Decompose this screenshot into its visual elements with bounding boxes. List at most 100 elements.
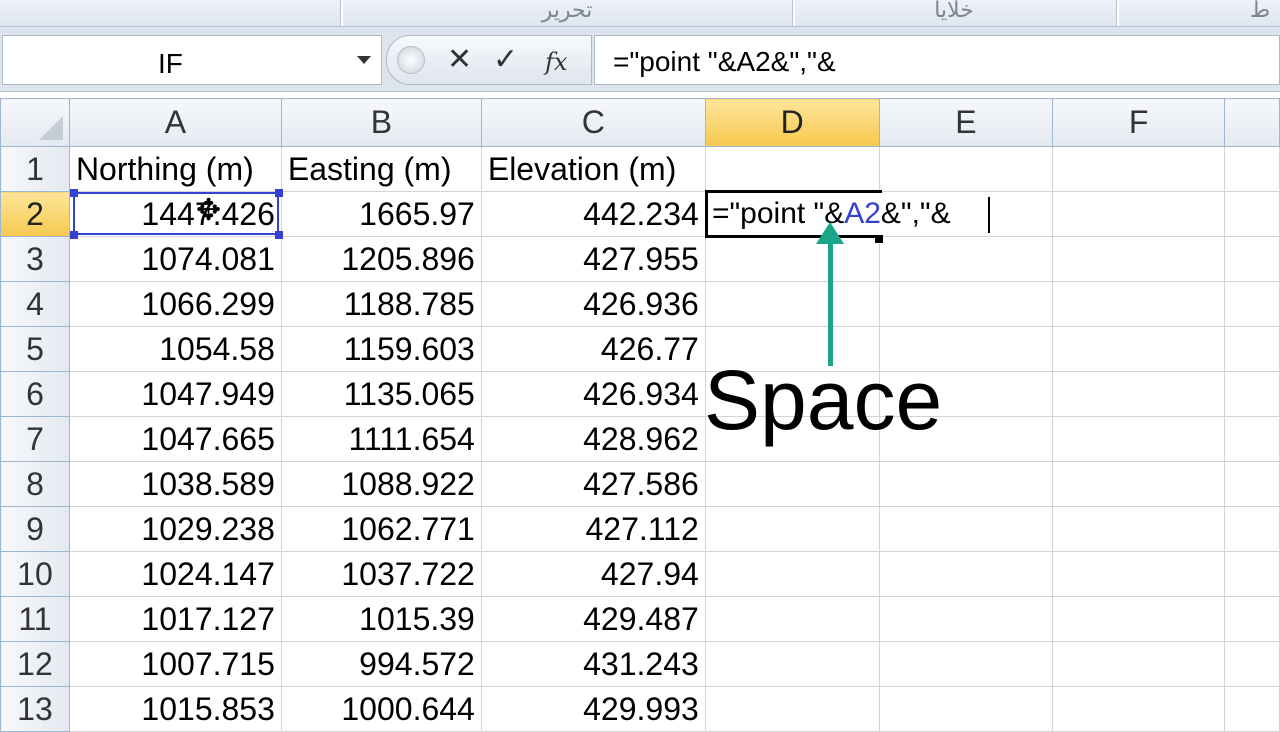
cell-a[interactable]: 1024.147 [68,551,282,597]
cell-b[interactable]: 1159.603 [280,326,482,372]
cell-c[interactable]: 427.586 [480,461,706,507]
column-header-e[interactable]: E [878,98,1054,147]
column-header-b[interactable]: B [280,98,482,147]
cell-c[interactable]: 427.955 [480,236,706,282]
row-header[interactable]: 1 [0,146,70,192]
cell-a[interactable]: 1066.299 [68,281,282,327]
selection-handle[interactable] [275,189,283,197]
cell-e[interactable] [878,596,1054,642]
cell-b[interactable]: 1062.771 [280,506,482,552]
cell-e[interactable] [878,461,1054,507]
cell-g[interactable] [1224,596,1280,642]
name-box[interactable]: IF [2,35,382,85]
row-header[interactable]: 6 [0,371,70,417]
cell-g[interactable] [1224,281,1280,327]
cell-g[interactable] [1224,146,1280,192]
select-all-corner[interactable] [0,98,70,147]
cell-g[interactable] [1224,191,1280,237]
cell-b[interactable]: 1111.654 [280,416,482,462]
cell-e[interactable] [878,551,1054,597]
cell-b[interactable]: 1135.065 [280,371,482,417]
cell-c[interactable]: 426.934 [480,371,706,417]
selection-handle[interactable] [70,231,78,239]
cell-f[interactable] [1052,686,1226,732]
cell-e[interactable] [878,641,1054,687]
cell-d[interactable] [704,146,880,192]
cell-a[interactable]: 1015.853 [68,686,282,732]
row-header[interactable]: 5 [0,326,70,372]
cell-a[interactable]: 1029.238 [68,506,282,552]
cell-b[interactable]: 994.572 [280,641,482,687]
row-header[interactable]: 10 [0,551,70,597]
cell-a[interactable]: 1047.949 [68,371,282,417]
cell-f[interactable] [1052,371,1226,417]
formula-input[interactable]: ="point "&A2&","& [594,35,1280,85]
cell-g[interactable] [1224,416,1280,462]
cell-c[interactable]: Elevation (m) [480,146,706,192]
cell-f[interactable] [1052,641,1226,687]
cell-b[interactable]: 1188.785 [280,281,482,327]
row-header[interactable]: 3 [0,236,70,282]
cell-c[interactable]: 428.962 [480,416,706,462]
cell-a[interactable]: Northing (m) [68,146,282,192]
cell-d[interactable] [704,596,880,642]
cell-g[interactable] [1224,686,1280,732]
cell-f[interactable] [1052,326,1226,372]
row-header[interactable]: 9 [0,506,70,552]
cell-a[interactable]: 1017.127 [68,596,282,642]
cell-d[interactable] [704,551,880,597]
selection-handle[interactable] [70,189,78,197]
cell-e[interactable] [878,236,1054,282]
cell-d[interactable] [704,686,880,732]
column-header-d[interactable]: D [704,98,880,147]
cell-e[interactable] [878,146,1054,192]
cell-d[interactable] [704,641,880,687]
cell-b[interactable]: Easting (m) [280,146,482,192]
cell-c[interactable]: 427.94 [480,551,706,597]
cell-f[interactable] [1052,191,1226,237]
cell-a[interactable]: 1054.58 [68,326,282,372]
cell-g[interactable] [1224,506,1280,552]
cell-g[interactable] [1224,326,1280,372]
row-header[interactable]: 2 [0,191,70,237]
row-header[interactable]: 8 [0,461,70,507]
cell-f[interactable] [1052,146,1226,192]
cell-a[interactable]: 1007.715 [68,641,282,687]
cell-a[interactable]: 1047.665 [68,416,282,462]
cell-f[interactable] [1052,596,1226,642]
insert-function-icon[interactable]: fx [545,42,567,82]
cell-c[interactable]: 427.112 [480,506,706,552]
cell-c[interactable]: 429.993 [480,686,706,732]
cell-d[interactable] [704,506,880,552]
name-box-dropdown-icon[interactable] [357,56,371,64]
column-header-a[interactable]: A [68,98,282,147]
cell-c[interactable]: 429.487 [480,596,706,642]
column-header-f[interactable]: F [1052,98,1226,147]
cell-c[interactable]: 442.234 [480,191,706,237]
cell-f[interactable] [1052,281,1226,327]
cell-b[interactable]: 1037.722 [280,551,482,597]
cell-c[interactable]: 431.243 [480,641,706,687]
selection-handle[interactable] [275,231,283,239]
cell-f[interactable] [1052,236,1226,282]
cell-b[interactable]: 1205.896 [280,236,482,282]
cell-a[interactable]: 1038.589 [68,461,282,507]
cell-b[interactable]: 1000.644 [280,686,482,732]
enter-icon[interactable]: ✓ [493,40,518,80]
row-header[interactable]: 12 [0,641,70,687]
cell-f[interactable] [1052,551,1226,597]
cell-g[interactable] [1224,551,1280,597]
cell-b[interactable]: 1088.922 [280,461,482,507]
cell-d[interactable] [704,236,880,282]
cell-c[interactable]: 426.77 [480,326,706,372]
cell-d[interactable] [704,281,880,327]
cell-g[interactable] [1224,371,1280,417]
cell-g[interactable] [1224,641,1280,687]
cell-d[interactable] [704,461,880,507]
cell-g[interactable] [1224,461,1280,507]
cell-f[interactable] [1052,461,1226,507]
column-header-c[interactable]: C [480,98,706,147]
row-header[interactable]: 4 [0,281,70,327]
cell-c[interactable]: 426.936 [480,281,706,327]
row-header[interactable]: 7 [0,416,70,462]
